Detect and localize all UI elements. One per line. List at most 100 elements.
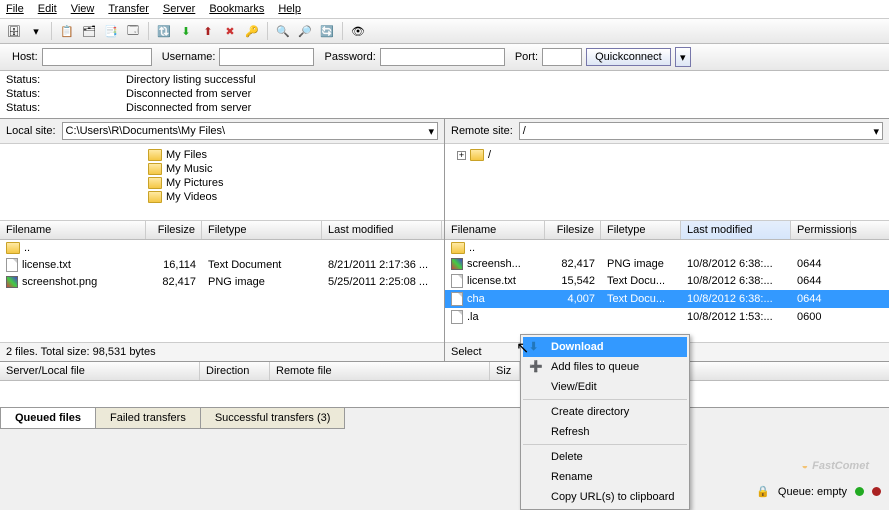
toggle-log-icon[interactable]: 📋 — [57, 21, 77, 41]
menu-item[interactable]: Rename — [523, 467, 687, 487]
reconnect-icon[interactable]: 🔑 — [242, 21, 262, 41]
sync-icon[interactable]: 🔄 — [317, 21, 337, 41]
username-input[interactable] — [219, 48, 314, 66]
quickconnect-bar: Host: Username: Password: Port: Quickcon… — [0, 44, 889, 71]
queue-tabs: Queued files Failed transfers Successful… — [0, 407, 889, 429]
menu-item[interactable]: View/Edit — [523, 377, 687, 397]
folder-icon — [470, 149, 484, 161]
menu-file[interactable]: File — [6, 3, 24, 15]
file-permissions: 0600 — [791, 311, 851, 323]
list-row[interactable]: license.txt 16,114 Text Document 8/21/20… — [0, 256, 444, 274]
file-modified: 5/25/2011 2:25:08 ... — [322, 276, 442, 288]
toolbar: 🗄 ▾ 📋 🗂 📑 🗔 🔃 ⬇ ⬆ ✖ 🔑 🔍 🔎 🔄 👁 — [0, 19, 889, 44]
col-remote-file[interactable]: Remote file — [270, 362, 490, 380]
file-modified: 8/21/2011 2:17:36 ... — [322, 259, 442, 271]
menu-item[interactable]: Copy URL(s) to clipboard — [523, 487, 687, 507]
col-size[interactable]: Siz — [490, 362, 520, 380]
quickconnect-dropdown[interactable]: ▾ — [675, 47, 691, 67]
tree-item[interactable]: / — [488, 149, 491, 161]
tab-failed[interactable]: Failed transfers — [95, 408, 201, 429]
menu-edit[interactable]: Edit — [38, 3, 57, 15]
menu-item[interactable]: Delete — [523, 447, 687, 467]
toggle-queue-icon[interactable]: 📑 — [101, 21, 121, 41]
col-filename[interactable]: Filename — [0, 221, 146, 239]
sitemanager-icon[interactable]: 🗄 — [4, 21, 24, 41]
remote-path-combo[interactable]: /▾ — [519, 122, 883, 140]
list-row[interactable]: .la 10/8/2012 1:53:... 0600 — [445, 308, 889, 326]
tree-item[interactable]: My Pictures — [166, 177, 223, 189]
file-name: cha — [467, 293, 485, 305]
compare-icon[interactable]: 🔎 — [295, 21, 315, 41]
port-label: Port: — [515, 51, 538, 63]
list-row[interactable]: .. — [0, 240, 444, 256]
host-input[interactable] — [42, 48, 152, 66]
local-status: 2 files. Total size: 98,531 bytes — [0, 342, 444, 361]
col-modified[interactable]: Last modified — [681, 221, 791, 239]
filter-icon[interactable]: 🔍 — [273, 21, 293, 41]
menu-item[interactable]: ➕Add files to queue — [523, 357, 687, 377]
quickconnect-button[interactable]: Quickconnect — [586, 48, 671, 66]
file-size: 15,542 — [545, 275, 601, 287]
log-message: Disconnected from server — [126, 102, 251, 114]
folder-icon — [148, 163, 162, 175]
menu-transfer[interactable]: Transfer — [108, 3, 149, 15]
col-filename[interactable]: Filename — [445, 221, 545, 239]
list-row[interactable]: cha 4,007 Text Docu... 10/8/2012 6:38:..… — [445, 290, 889, 308]
tab-queued[interactable]: Queued files — [0, 408, 96, 429]
dropdown-icon[interactable]: ▾ — [26, 21, 46, 41]
image-icon — [451, 258, 463, 270]
tree-item[interactable]: My Music — [166, 163, 212, 175]
port-input[interactable] — [542, 48, 582, 66]
local-file-list[interactable]: .. license.txt 16,114 Text Document 8/21… — [0, 240, 444, 342]
list-row[interactable]: screenshot.png 82,417 PNG image 5/25/201… — [0, 274, 444, 290]
menu-server[interactable]: Server — [163, 3, 195, 15]
col-modified[interactable]: Last modified — [322, 221, 442, 239]
menu-view[interactable]: View — [71, 3, 95, 15]
toggle-tree-icon[interactable]: 🗂 — [79, 21, 99, 41]
refresh-icon[interactable]: 🔃 — [154, 21, 174, 41]
chevron-down-icon[interactable]: ▾ — [873, 125, 879, 138]
col-direction[interactable]: Direction — [200, 362, 270, 380]
list-row[interactable]: screensh... 82,417 PNG image 10/8/2012 6… — [445, 256, 889, 272]
menu-help[interactable]: Help — [278, 3, 301, 15]
file-name: screensh... — [467, 258, 521, 270]
find-icon[interactable]: 👁 — [348, 21, 368, 41]
list-row[interactable]: .. — [445, 240, 889, 256]
tree-item[interactable]: My Files — [166, 149, 207, 161]
menu-item[interactable]: Refresh — [523, 422, 687, 442]
col-server-local[interactable]: Server/Local file — [0, 362, 200, 380]
watermark: ◒FastComet — [802, 460, 870, 472]
cancel-icon[interactable]: ⬆ — [198, 21, 218, 41]
remote-tree[interactable]: +/ — [445, 144, 889, 220]
col-filesize[interactable]: Filesize — [545, 221, 601, 239]
list-row[interactable]: license.txt 15,542 Text Docu... 10/8/201… — [445, 272, 889, 290]
separator — [148, 22, 149, 40]
toggle-pane-icon[interactable]: 🗔 — [123, 21, 143, 41]
folder-icon — [148, 177, 162, 189]
chevron-down-icon[interactable]: ▾ — [428, 125, 434, 138]
expand-icon[interactable]: + — [457, 151, 466, 160]
menu-item[interactable]: ⬇Download — [523, 337, 687, 357]
tree-item[interactable]: My Videos — [166, 191, 217, 203]
file-type: Text Docu... — [601, 293, 681, 305]
menu-bookmarks[interactable]: Bookmarks — [209, 3, 264, 15]
queue-list[interactable] — [0, 381, 889, 407]
file-modified: 10/8/2012 6:38:... — [681, 258, 791, 270]
local-tree[interactable]: My Files My Music My Pictures My Videos — [0, 144, 444, 220]
file-type: Text Document — [202, 259, 322, 271]
col-filetype[interactable]: Filetype — [601, 221, 681, 239]
menu-item[interactable]: Create directory — [523, 402, 687, 422]
disconnect-icon[interactable]: ✖ — [220, 21, 240, 41]
local-columns: Filename Filesize Filetype Last modified — [0, 220, 444, 240]
file-size: 16,114 — [146, 259, 202, 271]
password-input[interactable] — [380, 48, 505, 66]
file-icon — [451, 292, 463, 306]
process-queue-icon[interactable]: ⬇ — [176, 21, 196, 41]
col-filesize[interactable]: Filesize — [146, 221, 202, 239]
col-permissions[interactable]: Permissions — [791, 221, 851, 239]
local-path-combo[interactable]: C:\Users\R\Documents\My Files\▾ — [62, 122, 438, 140]
col-filetype[interactable]: Filetype — [202, 221, 322, 239]
tab-successful[interactable]: Successful transfers (3) — [200, 408, 346, 429]
separator — [523, 444, 687, 445]
remote-file-list[interactable]: .. screensh... 82,417 PNG image 10/8/201… — [445, 240, 889, 342]
